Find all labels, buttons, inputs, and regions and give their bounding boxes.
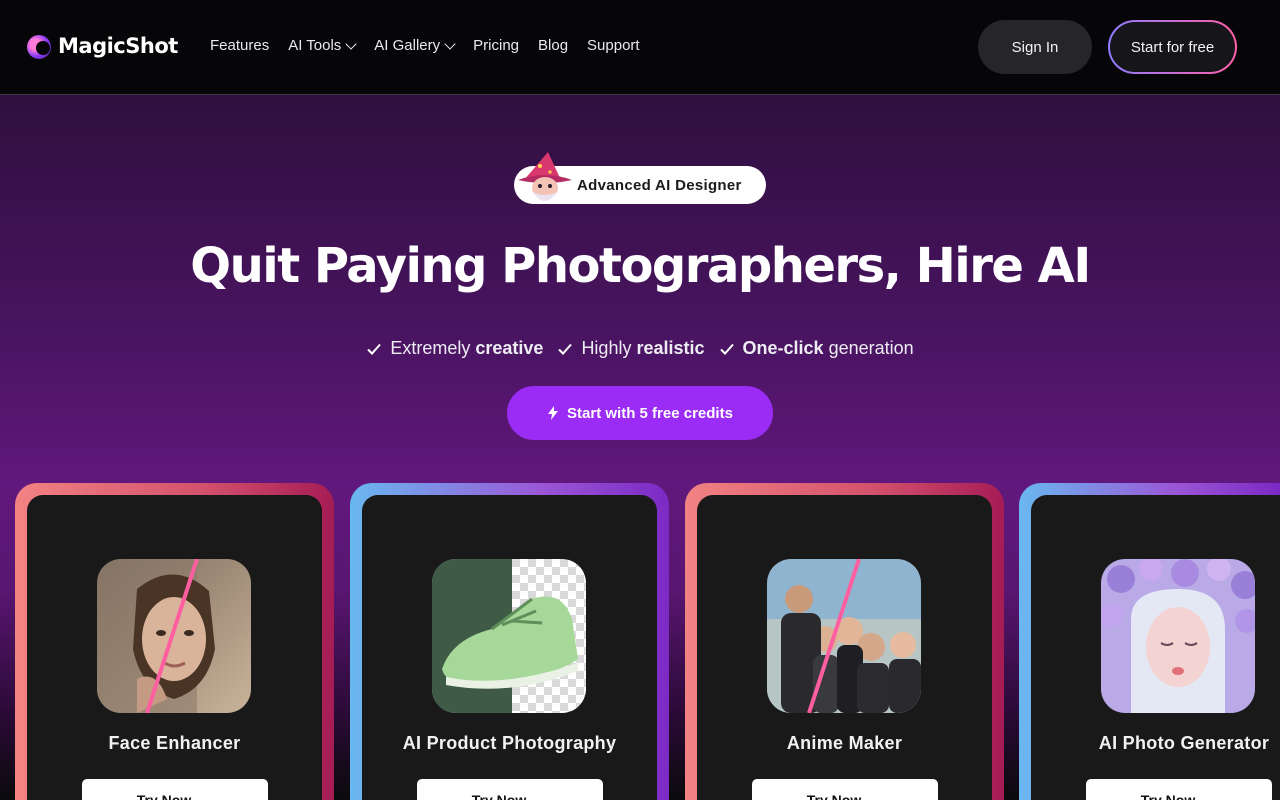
menu-label: AI Gallery: [374, 37, 441, 54]
menu-label: AI Tools: [288, 37, 342, 54]
menu-label: Support: [587, 37, 640, 54]
hero-headline: Quit Paying Photographers, Hire AI: [190, 238, 1091, 294]
try-now-label: Try Now: [471, 792, 527, 800]
logo[interactable]: MagicShot: [27, 31, 178, 61]
menu-item-blog[interactable]: Blog: [538, 37, 568, 54]
start-for-free-button[interactable]: Start for free: [1108, 20, 1237, 74]
badge-label: Advanced AI Designer: [577, 176, 742, 194]
menu-item-features[interactable]: Features: [210, 37, 269, 54]
tool-card-anime-maker[interactable]: Anime Maker Try Now →: [685, 483, 1004, 800]
try-now-button[interactable]: Try Now →: [82, 779, 268, 800]
sign-in-button[interactable]: Sign In: [978, 20, 1092, 74]
try-now-label: Try Now: [806, 792, 862, 800]
card-title: AI Photo Generator: [1098, 733, 1270, 753]
check-icon: [558, 343, 573, 355]
top-nav: MagicShot Features AI Tools AI Gallery P…: [0, 0, 1280, 95]
tool-card-face-enhancer[interactable]: Face Enhancer Try Now →: [15, 483, 334, 800]
feature-text: Highly realistic: [581, 338, 705, 358]
feature-list: Extremely creative Highly realistic One-…: [0, 338, 1280, 359]
cta-label: Start with 5 free credits: [567, 404, 733, 422]
menu-item-ai-gallery[interactable]: AI Gallery: [374, 37, 456, 54]
menu-item-pricing[interactable]: Pricing: [473, 37, 519, 54]
menu-label: Pricing: [473, 37, 520, 54]
menu-item-ai-tools[interactable]: AI Tools: [288, 37, 357, 54]
try-now-button[interactable]: Try Now →: [752, 779, 938, 800]
card-title: Anime Maker: [786, 733, 903, 753]
try-now-label: Try Now: [1140, 792, 1196, 800]
card-title: AI Product Photography: [402, 733, 617, 753]
check-icon: [367, 343, 382, 355]
feature-item: Extremely creative: [366, 338, 543, 359]
menu-label: Blog: [538, 37, 569, 54]
logo-icon: [27, 31, 55, 61]
try-now-label: Try Now: [136, 792, 192, 800]
try-now-button[interactable]: Try Now →: [1086, 779, 1272, 800]
feature-item: Highly realistic: [557, 338, 705, 359]
anime-maker-thumbnail: [767, 559, 921, 713]
chevron-down-icon: [345, 37, 357, 50]
card-title: Face Enhancer: [108, 733, 241, 753]
wizard-mascot-icon: [518, 152, 572, 201]
logo-text: MagicShot: [58, 34, 178, 58]
product-photography-thumbnail: [432, 559, 586, 713]
check-icon: [719, 343, 734, 355]
try-now-button[interactable]: Try Now →: [417, 779, 603, 800]
start-free-credits-button[interactable]: Start with 5 free credits: [507, 386, 773, 440]
arrow-right-icon: →: [869, 792, 884, 800]
main-menu: Features AI Tools AI Gallery Pricing Blo…: [210, 37, 659, 54]
feature-text: One-click generation: [742, 338, 914, 358]
arrow-right-icon: →: [199, 792, 214, 800]
arrow-right-icon: →: [1203, 792, 1218, 800]
photo-generator-thumbnail: [1101, 559, 1255, 713]
feature-text: Extremely creative: [390, 338, 544, 358]
tool-card-ai-product-photography[interactable]: AI Product Photography Try Now →: [350, 483, 669, 800]
menu-item-support[interactable]: Support: [587, 37, 640, 54]
lightning-icon: [548, 406, 559, 420]
arrow-right-icon: →: [534, 792, 549, 800]
chevron-down-icon: [444, 37, 456, 50]
feature-item: One-click generation: [719, 338, 914, 359]
start-for-free-label: Start for free: [1110, 22, 1235, 72]
face-enhancer-thumbnail: [97, 559, 251, 713]
menu-label: Features: [210, 37, 270, 54]
tool-card-ai-photo-generator[interactable]: AI Photo Generator Try Now →: [1019, 483, 1280, 800]
